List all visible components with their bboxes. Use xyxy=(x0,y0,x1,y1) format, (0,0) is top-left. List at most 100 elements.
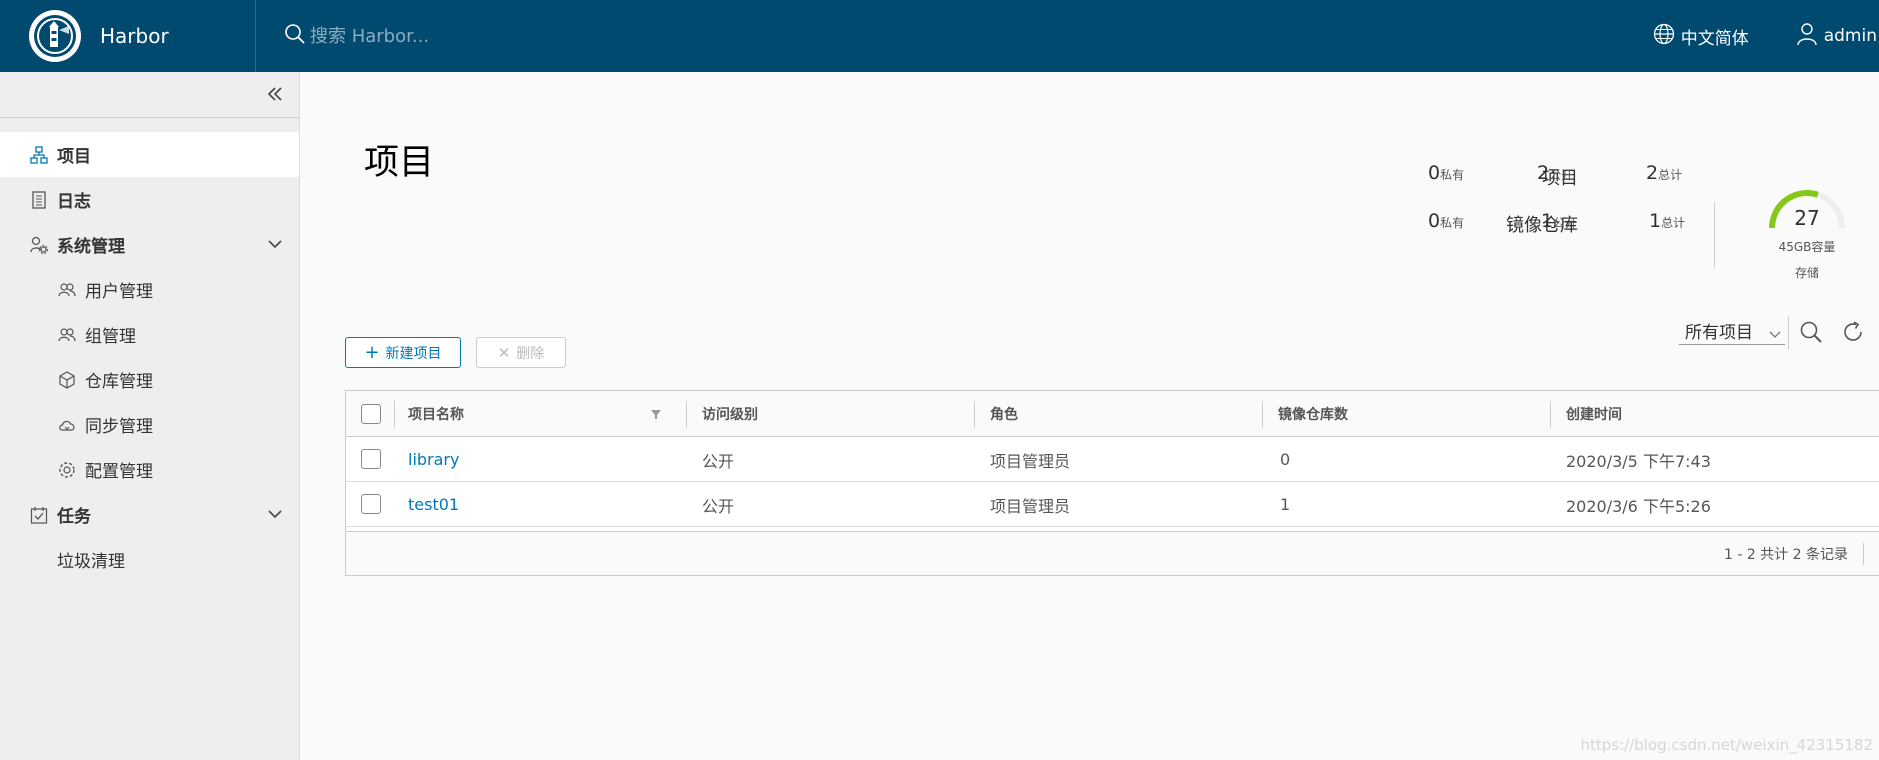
gear-icon xyxy=(57,460,77,480)
delete-label: 删除 xyxy=(516,345,545,362)
language-label: 中文简体 xyxy=(1680,28,1749,49)
sidebar-item-label: 用户管理 xyxy=(85,282,153,302)
storage-capacity: 45GB容量 xyxy=(1778,240,1836,254)
column-header-name[interactable]: 项目名称 xyxy=(408,391,464,437)
column-header-role[interactable]: 角色 xyxy=(990,391,1018,437)
group-icon xyxy=(57,325,77,345)
column-divider xyxy=(1262,401,1263,428)
stat-repos-total: 1总计 xyxy=(1649,210,1685,232)
sidebar-item-configuration[interactable]: 配置管理 xyxy=(0,447,299,492)
access-level-cell: 公开 xyxy=(702,451,735,471)
table-footer: 1 - 2 共计 2 条记录 xyxy=(346,531,1879,575)
table-row: library 公开 项目管理员 0 2020/3/5 下午7:43 xyxy=(346,437,1879,482)
search-icon xyxy=(284,23,306,49)
new-project-label: 新建项目 xyxy=(385,345,442,362)
filter-icon[interactable] xyxy=(650,391,662,437)
box-icon xyxy=(57,370,77,390)
watermark: https://blog.csdn.net/weixin_42315182 xyxy=(1580,736,1873,754)
storage-used-value: 27 xyxy=(1794,206,1820,230)
task-icon xyxy=(29,505,49,525)
language-switcher[interactable]: 中文简体 xyxy=(1653,23,1749,50)
project-tree-icon xyxy=(29,145,49,165)
stat-unit: 公开 xyxy=(1553,216,1578,230)
sidebar-item-administration[interactable]: 系统管理 xyxy=(0,222,299,267)
stat-value: 1 xyxy=(1541,210,1554,232)
top-header: Harbor 中文简体 admin xyxy=(0,0,1879,72)
sidebar-item-users[interactable]: 用户管理 xyxy=(0,267,299,312)
users-icon xyxy=(57,280,77,300)
stat-projects-private: 0私有 xyxy=(1428,162,1464,184)
role-cell: 项目管理员 xyxy=(990,451,1071,471)
row-checkbox[interactable] xyxy=(361,449,381,469)
sidebar-item-groups[interactable]: 组管理 xyxy=(0,312,299,357)
role-cell: 项目管理员 xyxy=(990,496,1071,516)
toolbar-divider xyxy=(1788,317,1789,349)
sidebar-item-label: 任务 xyxy=(57,507,91,527)
sidebar-item-tasks[interactable]: 任务 xyxy=(0,492,299,537)
sidebar-item-label: 系统管理 xyxy=(57,237,125,257)
project-filter-select[interactable]: 所有项目 xyxy=(1679,317,1785,345)
column-divider xyxy=(686,401,687,428)
stat-value: 2 xyxy=(1537,162,1550,184)
sidebar-item-label: 项目 xyxy=(57,147,91,167)
stat-projects-public: 2公开 xyxy=(1537,162,1573,184)
search-input[interactable] xyxy=(310,25,610,47)
user-menu[interactable]: admin xyxy=(1796,22,1879,51)
refresh-icon[interactable] xyxy=(1841,320,1865,344)
brand[interactable]: Harbor xyxy=(0,0,256,72)
table-header: 项目名称 访问级别 角色 镜像仓库数 创建时间 xyxy=(346,391,1879,437)
column-divider xyxy=(394,401,395,428)
delete-button[interactable]: ✕ 删除 xyxy=(476,337,566,368)
stat-unit: 总计 xyxy=(1658,168,1683,182)
access-level-cell: 公开 xyxy=(702,496,735,516)
sidebar-item-projects[interactable]: 项目 xyxy=(0,132,299,177)
sidebar-item-label: 垃圾清理 xyxy=(57,552,125,572)
column-header-access[interactable]: 访问级别 xyxy=(702,391,758,437)
brand-name: Harbor xyxy=(100,24,169,48)
project-name-link[interactable]: test01 xyxy=(408,482,459,527)
user-icon xyxy=(1796,22,1818,51)
created-time-cell: 2020/3/6 下午5:26 xyxy=(1566,496,1711,516)
stat-unit: 总计 xyxy=(1661,216,1686,230)
sidebar-item-label: 组管理 xyxy=(85,327,136,347)
sidebar-item-replications[interactable]: 同步管理 xyxy=(0,402,299,447)
harbor-logo-icon xyxy=(29,10,81,62)
column-header-repo-count[interactable]: 镜像仓库数 xyxy=(1278,391,1348,437)
row-checkbox[interactable] xyxy=(361,494,381,514)
stat-unit: 私有 xyxy=(1440,168,1465,182)
collapse-sidebar-icon[interactable] xyxy=(263,82,287,106)
projects-table: 项目名称 访问级别 角色 镜像仓库数 创建时间 library 公开 项目管理员… xyxy=(345,390,1879,576)
project-filter-value: 所有项目 xyxy=(1685,323,1753,343)
sidebar-item-label: 日志 xyxy=(57,192,91,212)
sidebar-item-registries[interactable]: 仓库管理 xyxy=(0,357,299,402)
close-icon: ✕ xyxy=(497,343,511,362)
stat-value: 0 xyxy=(1428,162,1441,184)
chevron-down-icon[interactable] xyxy=(265,234,285,254)
stat-value: 2 xyxy=(1646,162,1659,184)
sidebar-item-logs[interactable]: 日志 xyxy=(0,177,299,222)
global-search xyxy=(284,0,610,72)
chevron-down-icon[interactable] xyxy=(265,504,285,524)
stat-value: 1 xyxy=(1649,210,1662,232)
project-toolbar: + 新建项目 ✕ 删除 所有项目 xyxy=(345,265,1879,368)
sidebar-collapse-bar xyxy=(0,72,299,118)
new-project-button[interactable]: + 新建项目 xyxy=(345,337,461,368)
admin-gear-icon xyxy=(29,235,49,255)
stat-projects-total: 2总计 xyxy=(1646,162,1682,184)
sidebar: 项目 日志 系统管理 用户管理 组管理 仓库管理 同步管理 配置管理 任务 垃圾… xyxy=(0,72,300,760)
cloud-sync-icon xyxy=(57,415,77,435)
select-all-checkbox[interactable] xyxy=(361,404,381,424)
sidebar-item-garbage-collection[interactable]: 垃圾清理 xyxy=(0,537,299,582)
repo-count-cell: 0 xyxy=(1280,450,1291,469)
stat-repos-private: 0私有 xyxy=(1428,210,1464,232)
sidebar-nav: 项目 日志 系统管理 用户管理 组管理 仓库管理 同步管理 配置管理 任务 垃圾… xyxy=(0,132,299,582)
stat-unit: 公开 xyxy=(1549,168,1574,182)
stat-value: 0 xyxy=(1428,210,1441,232)
sidebar-item-label: 同步管理 xyxy=(85,417,153,437)
sidebar-item-label: 仓库管理 xyxy=(85,372,153,392)
table-search-icon[interactable] xyxy=(1799,320,1823,344)
repo-count-cell: 1 xyxy=(1280,495,1291,514)
stats-divider xyxy=(1714,202,1715,268)
project-name-link[interactable]: library xyxy=(408,437,459,482)
column-header-created[interactable]: 创建时间 xyxy=(1566,391,1622,437)
